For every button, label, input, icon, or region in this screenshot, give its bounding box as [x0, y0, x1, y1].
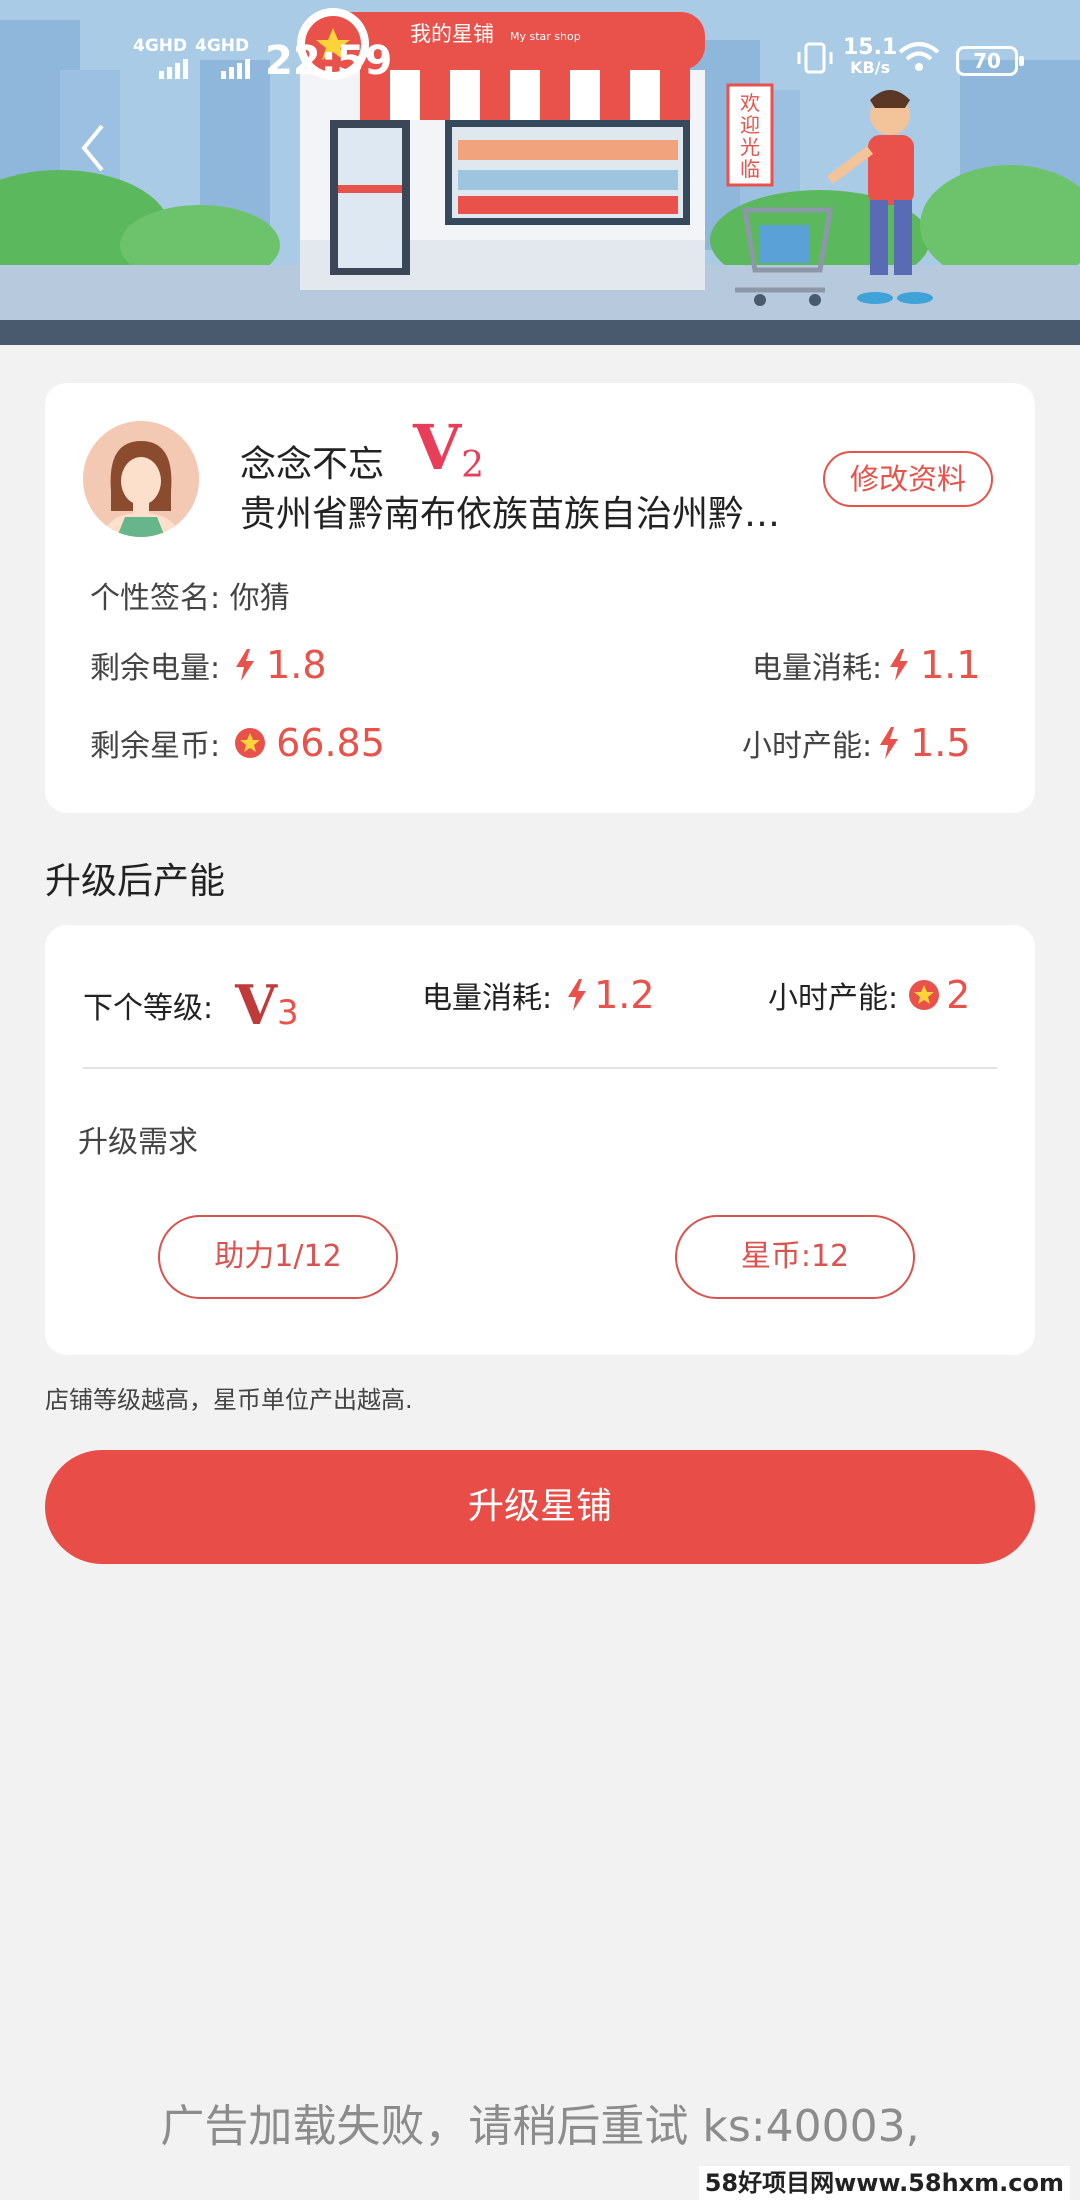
- ad-error-message: 广告加载失败，请稍后重试 ks:40003,: [160, 2101, 920, 2152]
- lightning-icon: [566, 979, 588, 1011]
- signal-indicator-2: 4GHD: [195, 38, 250, 79]
- profile-card: 念念不忘 V2 贵州省黔南布依族苗族自治州黔南布依族苗族自治州 修改资料 个性签…: [45, 383, 1035, 813]
- signature: 个性签名: 你猜: [90, 573, 290, 617]
- upgrade-card: 下个等级: V3 电量消耗: 1.2 小时产能: 2 升级需求 助力1/12 星…: [45, 925, 1035, 1355]
- next-level-badge: V3: [235, 973, 299, 1037]
- lightning-icon: [888, 649, 910, 681]
- signal-label-1: 4GHD: [133, 36, 188, 56]
- signal-indicator-1: 4GHD: [133, 38, 188, 79]
- avatar: [83, 421, 199, 537]
- lightning-icon: [878, 727, 900, 759]
- power-consumption-label: 电量消耗:: [752, 651, 883, 686]
- speed-value: 15.1: [843, 35, 898, 60]
- hourly-output: 小时产能: 1.5: [742, 721, 971, 765]
- edit-profile-button[interactable]: 修改资料: [823, 451, 993, 507]
- level-badge: V2: [413, 411, 485, 486]
- signature-label: 个性签名:: [90, 581, 221, 616]
- header-banner: 我的星铺 My star shop 欢迎光临 4GHD 4GHD 22:59 1…: [0, 0, 1080, 345]
- next-level: 下个等级: V3: [83, 973, 299, 1037]
- section-title: 升级后产能: [45, 861, 226, 902]
- next-level-label: 下个等级:: [83, 991, 214, 1026]
- nickname: 念念不忘: [240, 444, 385, 485]
- upgrade-hint: 店铺等级越高，星币单位产出越高.: [45, 1386, 413, 1414]
- next-power-consumption: 电量消耗: 1.2: [422, 973, 655, 1017]
- next-level-letter: V: [235, 973, 278, 1037]
- hourly-output-value: 1.5: [910, 721, 971, 765]
- battery-indicator: 70: [956, 46, 1024, 76]
- remaining-coins: 剩余星币: 66.85: [90, 721, 385, 765]
- next-hourly-output-value: 2: [946, 973, 971, 1017]
- remaining-coins-value: 66.85: [276, 721, 385, 765]
- speed-unit: KB/s: [850, 58, 891, 77]
- level-letter: V: [413, 411, 462, 484]
- requirements-title: 升级需求: [78, 1125, 198, 1160]
- vibrate-icon: [797, 42, 833, 74]
- remaining-coins-label: 剩余星币:: [90, 729, 221, 764]
- assist-requirement-button[interactable]: 助力1/12: [158, 1215, 398, 1299]
- battery-level: 70: [973, 49, 1001, 73]
- address: 贵州省黔南布依族苗族自治州黔南布依族苗族自治州: [240, 494, 785, 535]
- coins-requirement-button[interactable]: 星币:12: [675, 1215, 915, 1299]
- watermark: 58好项目网www.58hxm.com: [698, 2166, 1070, 2200]
- star-coin-icon: [908, 979, 940, 1011]
- remaining-power: 剩余电量: 1.8: [90, 643, 327, 687]
- next-hourly-output-label: 小时产能:: [768, 981, 899, 1016]
- level-number: 2: [461, 445, 485, 486]
- next-level-number: 3: [277, 993, 299, 1033]
- status-time: 22:59: [265, 38, 393, 84]
- remaining-power-label: 剩余电量:: [90, 651, 221, 686]
- star-coin-icon: [234, 727, 266, 759]
- remaining-power-value: 1.8: [266, 643, 327, 687]
- status-bar: 4GHD 4GHD 22:59 15.1 KB/s 70: [0, 0, 1080, 110]
- signal-label-2: 4GHD: [195, 36, 250, 56]
- next-power-consumption-label: 电量消耗:: [422, 981, 553, 1016]
- network-speed: 15.1 KB/s: [843, 35, 898, 78]
- wifi-icon: [898, 42, 940, 71]
- back-button[interactable]: [72, 118, 122, 178]
- signature-value: 你猜: [229, 581, 290, 616]
- next-power-consumption-value: 1.2: [594, 973, 655, 1017]
- chevron-left-icon: [81, 124, 104, 172]
- power-consumption: 电量消耗: 1.1: [752, 643, 981, 687]
- next-hourly-output: 小时产能: 2: [768, 973, 970, 1017]
- avatar-image: [83, 421, 199, 537]
- power-consumption-value: 1.1: [920, 643, 981, 687]
- lightning-icon: [234, 649, 256, 681]
- upgrade-shop-button[interactable]: 升级星铺: [45, 1450, 1035, 1564]
- divider: [83, 1067, 997, 1069]
- hourly-output-label: 小时产能:: [742, 729, 873, 764]
- signal-bars-icon: [221, 59, 250, 79]
- signal-bars-icon: [159, 59, 188, 79]
